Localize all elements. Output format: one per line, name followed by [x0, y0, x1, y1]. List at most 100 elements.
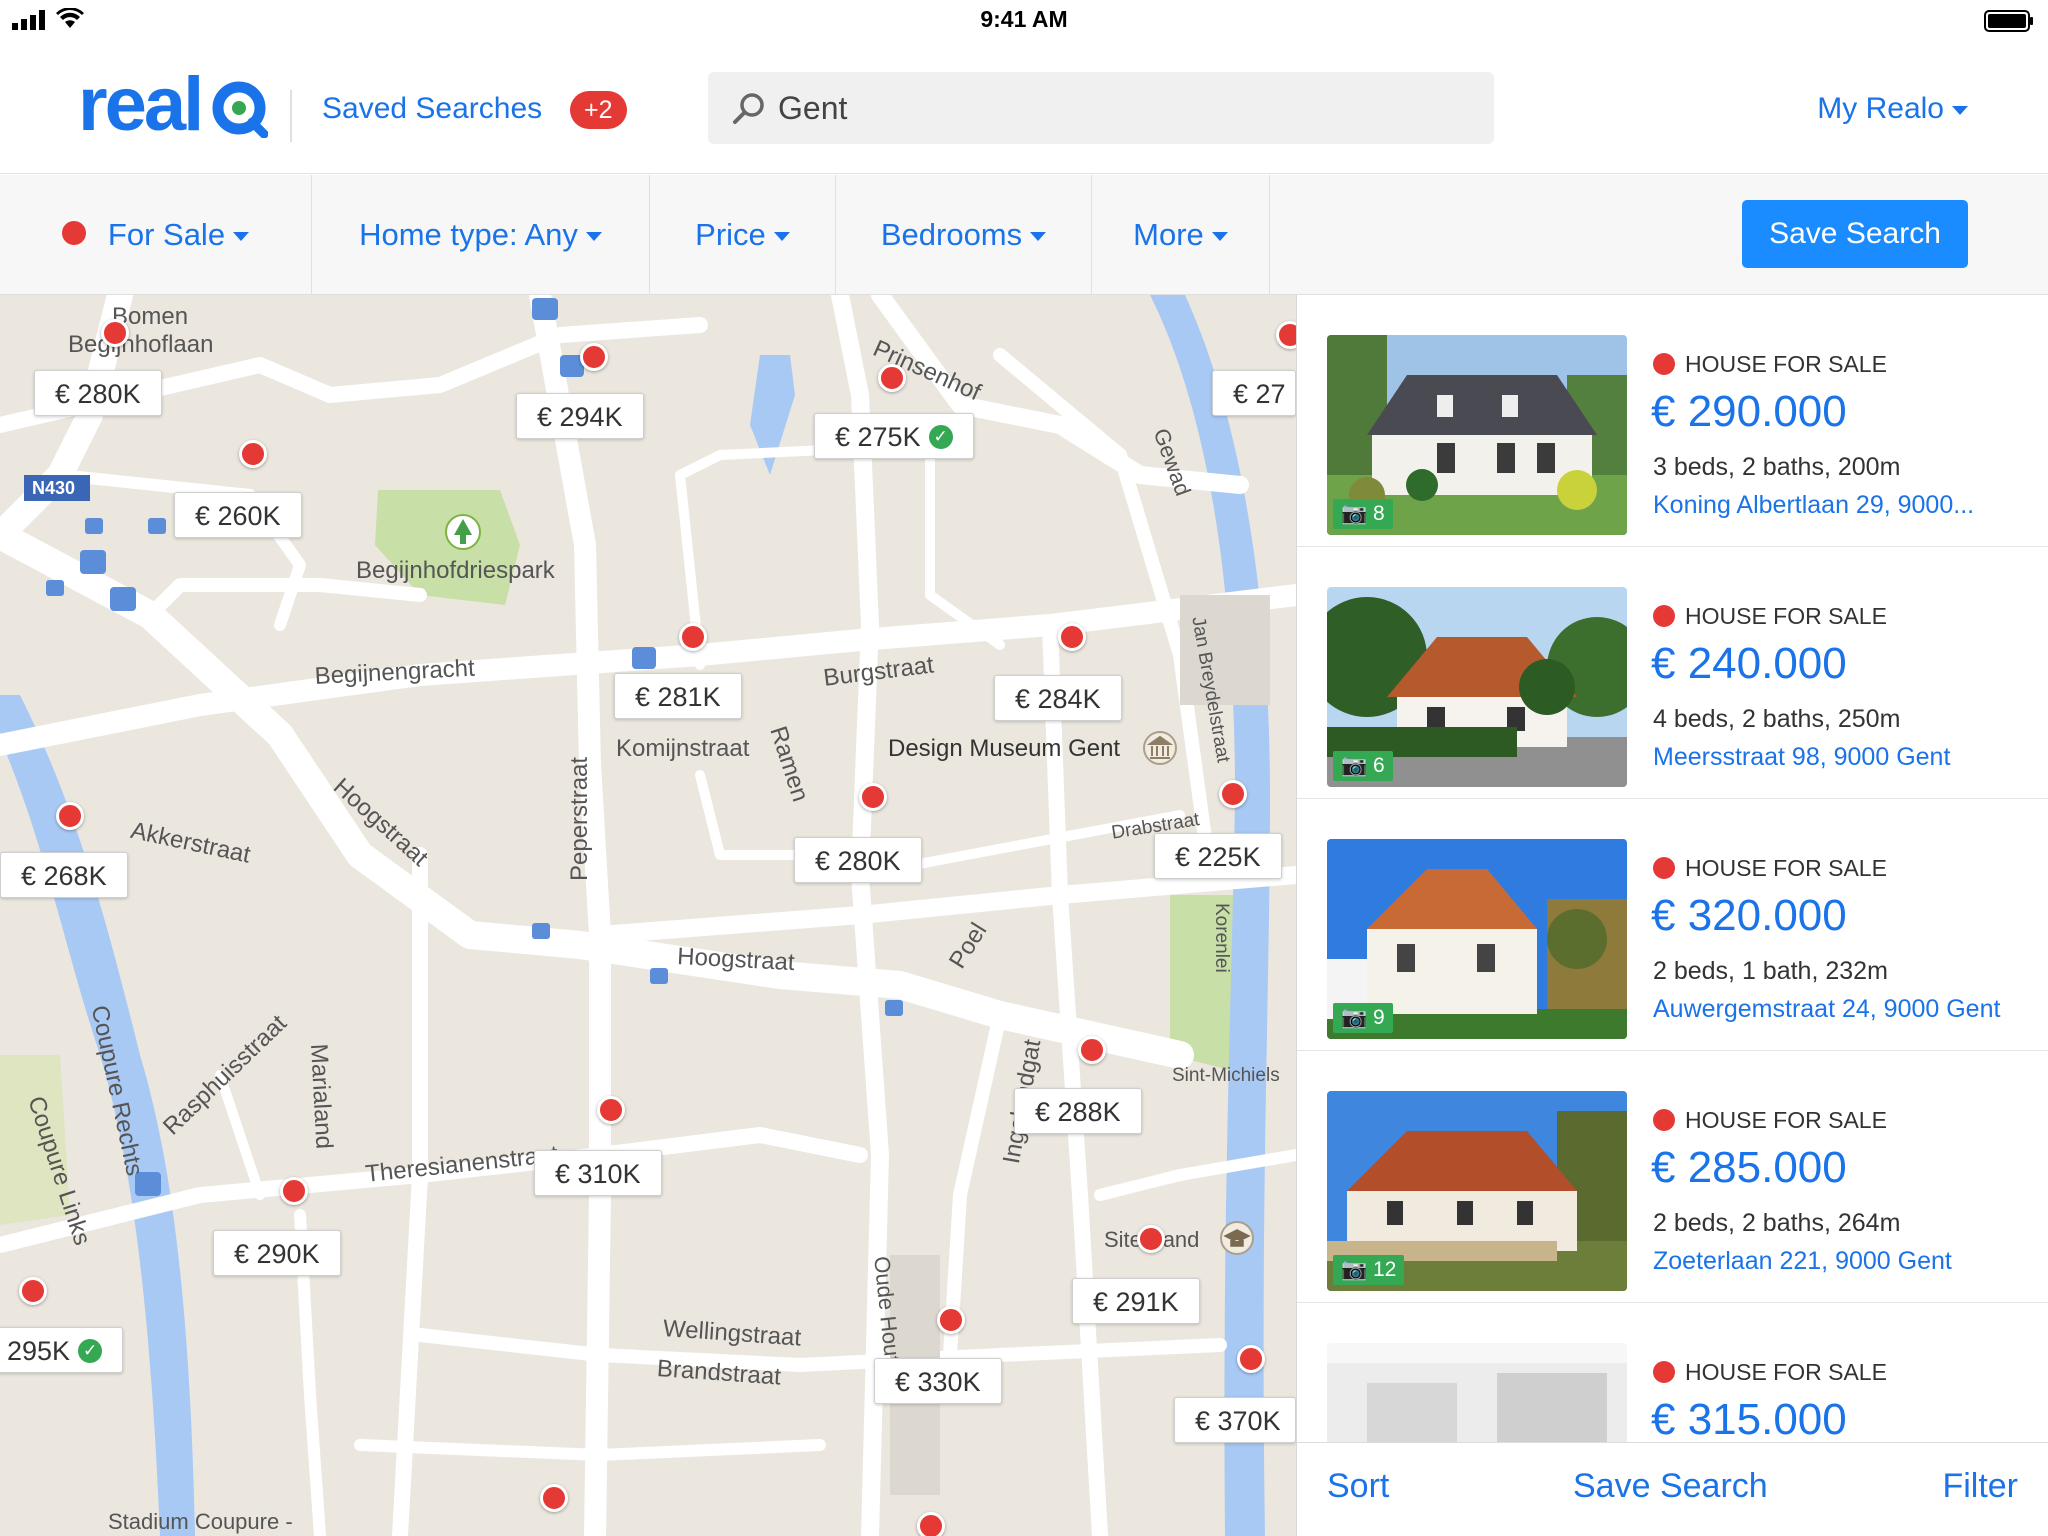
listing-card[interactable]: 📷 8 HOUSE FOR SALE € 290.000 3 beds, 2 b…	[1297, 295, 2048, 547]
status-bar: 9:41 AM	[0, 0, 2048, 40]
price-tag[interactable]: € 280K	[794, 837, 922, 883]
price-tag[interactable]: 295K ✓	[0, 1327, 124, 1373]
filter-more[interactable]: More	[1092, 175, 1270, 295]
for-sale-dot-icon	[1653, 352, 1675, 375]
price-tag-label: € 27	[1233, 379, 1286, 409]
price-tag[interactable]: € 291K	[1072, 1278, 1200, 1324]
filter-bar: For Sale Home type: Any Price Bedrooms M…	[0, 175, 2048, 295]
price-tag[interactable]: € 290K	[213, 1230, 341, 1276]
filter-sale-status[interactable]: For Sale	[0, 175, 312, 295]
my-realo-menu[interactable]: My Realo	[1817, 92, 1968, 126]
chevron-down-icon	[233, 232, 250, 242]
listing-price[interactable]: € 285.000	[1651, 1143, 1847, 1193]
listing-price[interactable]: € 320.000	[1651, 891, 1847, 941]
property-pin[interactable]	[597, 1096, 625, 1124]
check-icon: ✓	[928, 424, 953, 449]
price-tag-label: € 260K	[195, 501, 281, 531]
listing-address[interactable]: Auwergemstraat 24, 9000 Gent	[1653, 995, 2000, 1024]
property-pin[interactable]	[1237, 1345, 1265, 1373]
price-tag-label: € 280K	[815, 846, 901, 876]
property-pin[interactable]	[101, 319, 129, 347]
battery-icon	[1984, 10, 2033, 32]
price-tag[interactable]: € 330K	[874, 1358, 1002, 1404]
listing-specs: 2 beds, 1 bath, 232m	[1653, 957, 1888, 985]
price-tag[interactable]: € 370K	[1174, 1397, 1296, 1443]
street-label: Begijnhofdriespark	[356, 557, 555, 584]
for-sale-dot-icon	[1653, 1108, 1675, 1131]
poi-label: Stadium Coupure -	[108, 1509, 293, 1534]
listing-price[interactable]: € 240.000	[1651, 639, 1847, 689]
saved-searches-badge: +2	[570, 91, 627, 129]
chevron-down-icon	[1030, 232, 1047, 242]
price-tag[interactable]: € 260K	[174, 492, 302, 538]
listing-card[interactable]: 📷 9 HOUSE FOR SALE € 320.000 2 beds, 1 b…	[1297, 799, 2048, 1051]
property-pin[interactable]	[239, 440, 267, 468]
map-view[interactable]: N430 Bomen Begijnhoflaan Prinsenhof Begi…	[0, 295, 1296, 1536]
property-pin[interactable]	[937, 1306, 965, 1334]
filter-home-type[interactable]: Home type: Any	[312, 175, 650, 295]
listing-address[interactable]: Meersstraat 98, 9000 Gent	[1653, 743, 1950, 772]
price-tag[interactable]: € 268K	[0, 852, 128, 898]
filter-bedrooms[interactable]: Bedrooms	[836, 175, 1092, 295]
listing-type-label: HOUSE FOR SALE	[1685, 351, 1887, 377]
property-pin[interactable]	[679, 623, 707, 651]
property-pin[interactable]	[1137, 1225, 1165, 1253]
property-pin[interactable]	[859, 783, 887, 811]
property-pin[interactable]	[1058, 623, 1086, 651]
property-pin[interactable]	[280, 1177, 308, 1205]
listing-specs: 2 beds, 2 baths, 264m	[1653, 1209, 1901, 1237]
property-pin[interactable]	[1276, 321, 1296, 349]
save-search-bottom-button[interactable]: Save Search	[1573, 1467, 1768, 1506]
listing-type: HOUSE FOR SALE	[1653, 1107, 1887, 1134]
price-tag[interactable]: € 284K	[994, 675, 1122, 721]
save-search-button[interactable]: Save Search	[1742, 200, 1968, 268]
listing-type-label: HOUSE FOR SALE	[1685, 855, 1887, 881]
property-pin[interactable]	[917, 1512, 945, 1536]
filter-button[interactable]: Filter	[1942, 1467, 2018, 1506]
photo-count-value: 8	[1373, 502, 1385, 525]
street-label: Peperstraat	[566, 756, 593, 881]
property-pin[interactable]	[878, 364, 906, 392]
price-tag[interactable]: € 275K ✓	[814, 413, 974, 459]
listing-address[interactable]: Zoeterlaan 221, 9000 Gent	[1653, 1247, 1952, 1276]
listings-toolbar: Sort Save Search Filter	[1296, 1442, 2048, 1536]
price-tag[interactable]: € 27	[1212, 370, 1296, 416]
price-tag-label: € 288K	[1035, 1097, 1121, 1127]
property-pin[interactable]	[540, 1484, 568, 1512]
price-tag[interactable]: € 310K	[534, 1150, 662, 1196]
listing-price[interactable]: € 290.000	[1651, 387, 1847, 437]
app-root: 9:41 AM real Saved Searches +2 Gent My R…	[0, 0, 2048, 1536]
price-tag[interactable]: € 281K	[614, 673, 742, 719]
listing-photo[interactable]: 📷 12	[1327, 1091, 1627, 1291]
saved-searches-link[interactable]: Saved Searches	[322, 92, 542, 126]
property-pin[interactable]	[1219, 780, 1247, 808]
sort-button[interactable]: Sort	[1327, 1467, 1389, 1506]
price-tag[interactable]: € 225K	[1154, 833, 1282, 879]
property-pin[interactable]	[56, 802, 84, 830]
listing-type-label: HOUSE FOR SALE	[1685, 1107, 1887, 1133]
location-search-input[interactable]: Gent	[708, 72, 1494, 144]
property-pin[interactable]	[1078, 1036, 1106, 1064]
listing-specs: 4 beds, 2 baths, 250m	[1653, 705, 1901, 733]
property-pin[interactable]	[580, 343, 608, 371]
listing-type: HOUSE FOR SALE	[1653, 1359, 1887, 1386]
price-tag[interactable]: € 288K	[1014, 1088, 1142, 1134]
listings-panel[interactable]: 📷 8 HOUSE FOR SALE € 290.000 3 beds, 2 b…	[1296, 295, 2048, 1536]
listing-price[interactable]: € 315.000	[1651, 1395, 1847, 1445]
listing-photo[interactable]: 📷 8	[1327, 335, 1627, 535]
listing-card[interactable]: 📷 6 HOUSE FOR SALE € 240.000 4 beds, 2 b…	[1297, 547, 2048, 799]
price-tag-label: € 330K	[895, 1367, 981, 1397]
price-tag-label: 295K	[7, 1336, 71, 1366]
property-pin[interactable]	[19, 1277, 47, 1305]
listing-photo[interactable]: 📷 9	[1327, 839, 1627, 1039]
listing-card[interactable]: 📷 12 HOUSE FOR SALE € 285.000 2 beds, 2 …	[1297, 1051, 2048, 1303]
realo-logo[interactable]: real	[78, 62, 269, 147]
listing-address[interactable]: Koning Albertlaan 29, 9000...	[1653, 491, 1974, 520]
price-tag[interactable]: € 280K	[34, 370, 162, 416]
price-tag[interactable]: € 294K	[516, 393, 644, 439]
price-tag-label: € 310K	[555, 1159, 641, 1189]
camera-icon: 📷	[1341, 502, 1368, 525]
listing-photo[interactable]: 📷 6	[1327, 587, 1627, 787]
listing-type-label: HOUSE FOR SALE	[1685, 1359, 1887, 1385]
filter-price[interactable]: Price	[650, 175, 836, 295]
